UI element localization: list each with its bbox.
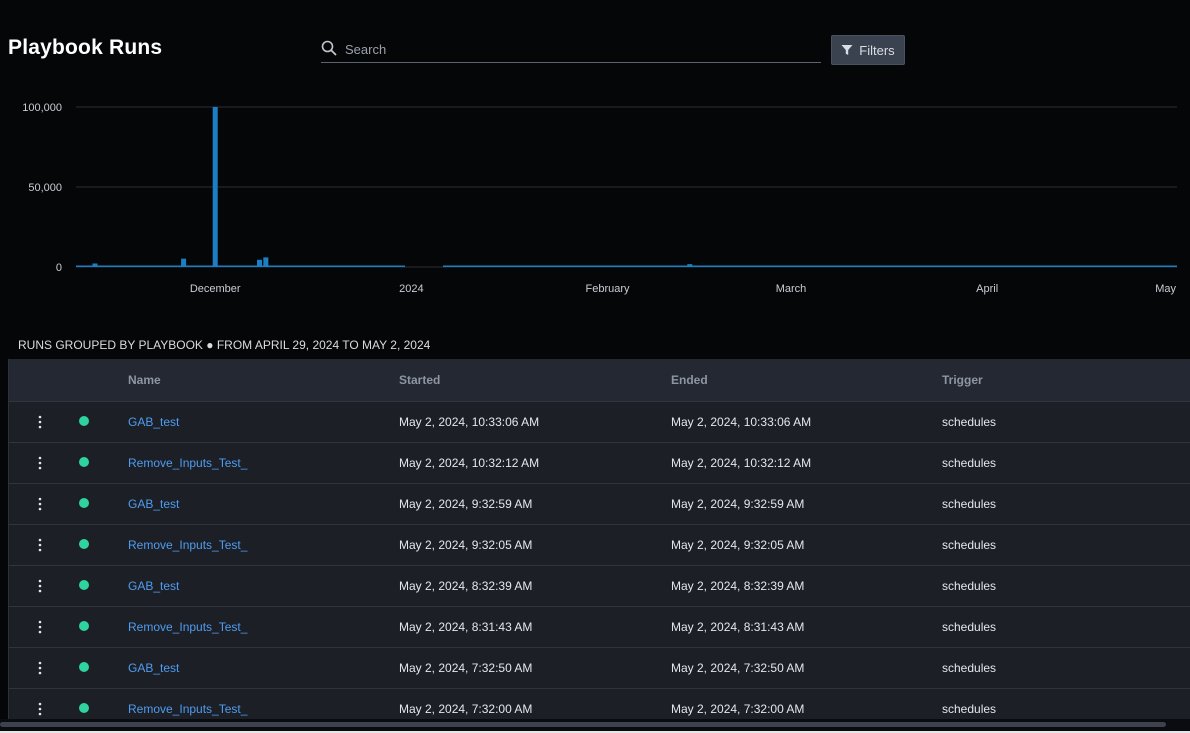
trigger-cell: schedules [942, 661, 997, 675]
bar[interactable] [181, 258, 187, 267]
table-row[interactable]: GAB_test May 2, 2024, 8:32:39 AM May 2, 20… [9, 566, 1190, 607]
x-tick-label: March [776, 283, 807, 295]
table-row[interactable]: GAB_test May 2, 2024, 10:33:06 AM May 2, 2… [9, 402, 1190, 443]
table-row[interactable]: Remove_Inputs_Test_ May 2, 2024, 9:32:05 … [9, 525, 1190, 566]
ended-cell: May 2, 2024, 7:32:50 AM [671, 661, 805, 675]
runs-bar-chart: 100,000 50,000 0 December 2024 February March A… [22, 102, 1177, 295]
y-tick-label: 0 [56, 262, 62, 274]
group-caption: RUNS GROUPED BY PLAYBOOK ● FROM APRIL 29… [18, 338, 431, 352]
trigger-cell: schedules [942, 538, 997, 552]
row-menu-icon[interactable] [37, 495, 43, 513]
row-menu-icon[interactable] [37, 618, 43, 636]
playbook-name-link[interactable]: Remove_Inputs_Test_ [128, 702, 247, 716]
started-cell: May 2, 2024, 8:31:43 AM [399, 620, 533, 634]
table-row[interactable]: Remove_Inputs_Test_ May 2, 2024, 7:32:00 … [9, 689, 1190, 719]
filters-button-label: Filters [859, 42, 895, 58]
started-cell: May 2, 2024, 9:32:59 AM [399, 497, 533, 511]
baseline-bars [76, 265, 406, 267]
status-dot-icon [79, 703, 89, 713]
status-dot-icon [79, 498, 89, 508]
bar[interactable] [687, 264, 693, 267]
column-header-name[interactable]: Name [128, 373, 161, 387]
search-icon [321, 40, 337, 56]
bar[interactable] [257, 259, 262, 267]
y-tick-label: 100,000 [22, 102, 62, 114]
status-dot-icon [79, 580, 89, 590]
table-row[interactable]: GAB_test May 2, 2024, 7:32:50 AM May 2, 20… [9, 648, 1190, 689]
row-menu-icon[interactable] [37, 700, 43, 718]
trigger-cell: schedules [942, 702, 997, 716]
ended-cell: May 2, 2024, 9:32:59 AM [671, 497, 805, 511]
started-cell: May 2, 2024, 7:32:00 AM [399, 702, 533, 716]
row-menu-icon[interactable] [37, 536, 43, 554]
x-tick-label: February [586, 283, 631, 295]
playbook-runs-page: Playbook Runs Filters 100,000 50,000 0 Dece… [0, 0, 1190, 733]
trigger-cell: schedules [942, 620, 997, 634]
table-row[interactable]: Remove_Inputs_Test_ May 2, 2024, 10:32:12… [9, 443, 1190, 484]
ended-cell: May 2, 2024, 10:33:06 AM [671, 415, 812, 429]
x-tick-label: December [190, 283, 241, 295]
filter-icon [841, 45, 853, 55]
playbook-name-link[interactable]: Remove_Inputs_Test_ [128, 620, 247, 634]
column-header-trigger[interactable]: Trigger [942, 373, 983, 387]
table-row[interactable]: GAB_test May 2, 2024, 9:32:59 AM May 2, 20… [9, 484, 1190, 525]
runs-table: Name Started Ended Trigger GAB_test May 2… [8, 359, 1190, 719]
playbook-name-link[interactable]: GAB_test [128, 497, 179, 511]
playbook-name-link[interactable]: Remove_Inputs_Test_ [128, 456, 247, 470]
ended-cell: May 2, 2024, 8:32:39 AM [671, 579, 805, 593]
playbook-name-link[interactable]: GAB_test [128, 415, 179, 429]
status-dot-icon [79, 457, 89, 467]
x-tick-label: May [1155, 283, 1176, 295]
filters-button[interactable]: Filters [831, 35, 905, 65]
scrollbar-thumb[interactable] [0, 722, 1166, 727]
ended-cell: May 2, 2024, 7:32:00 AM [671, 702, 805, 716]
x-tick-label: April [976, 283, 998, 295]
trigger-cell: schedules [942, 497, 997, 511]
ended-cell: May 2, 2024, 10:32:12 AM [671, 456, 812, 470]
status-dot-icon [79, 539, 89, 549]
baseline-bars [443, 265, 1177, 267]
started-cell: May 2, 2024, 10:33:06 AM [399, 415, 540, 429]
trigger-cell: schedules [942, 456, 997, 470]
runs-chart: 100,000 50,000 0 December 2024 February March A… [0, 90, 1190, 300]
x-tick-label: 2024 [399, 283, 423, 295]
bar[interactable] [92, 263, 98, 267]
search-input[interactable] [343, 38, 817, 60]
horizontal-scrollbar[interactable] [0, 719, 1190, 733]
column-header-started[interactable]: Started [399, 373, 440, 387]
row-menu-icon[interactable] [37, 659, 43, 677]
bar[interactable] [263, 257, 269, 267]
started-cell: May 2, 2024, 9:32:05 AM [399, 538, 533, 552]
column-header-ended[interactable]: Ended [671, 373, 708, 387]
status-dot-icon [79, 416, 89, 426]
status-dot-icon [79, 662, 89, 672]
bar[interactable] [212, 107, 218, 267]
page-title: Playbook Runs [8, 36, 163, 59]
started-cell: May 2, 2024, 7:32:50 AM [399, 661, 533, 675]
table-body: GAB_test May 2, 2024, 10:33:06 AM May 2, 2… [9, 402, 1190, 719]
started-cell: May 2, 2024, 8:32:39 AM [399, 579, 533, 593]
status-dot-icon [79, 621, 89, 631]
row-menu-icon[interactable] [37, 454, 43, 472]
table-header: Name Started Ended Trigger [9, 359, 1190, 402]
started-cell: May 2, 2024, 10:32:12 AM [399, 456, 540, 470]
ended-cell: May 2, 2024, 9:32:05 AM [671, 538, 805, 552]
ended-cell: May 2, 2024, 8:31:43 AM [671, 620, 805, 634]
row-menu-icon[interactable] [37, 577, 43, 595]
search-box[interactable] [321, 36, 821, 63]
playbook-name-link[interactable]: Remove_Inputs_Test_ [128, 538, 247, 552]
table-row[interactable]: Remove_Inputs_Test_ May 2, 2024, 8:31:43 … [9, 607, 1190, 648]
trigger-cell: schedules [942, 579, 997, 593]
trigger-cell: schedules [942, 415, 997, 429]
playbook-name-link[interactable]: GAB_test [128, 579, 179, 593]
row-menu-icon[interactable] [37, 413, 43, 431]
playbook-name-link[interactable]: GAB_test [128, 661, 179, 675]
y-tick-label: 50,000 [28, 182, 62, 194]
